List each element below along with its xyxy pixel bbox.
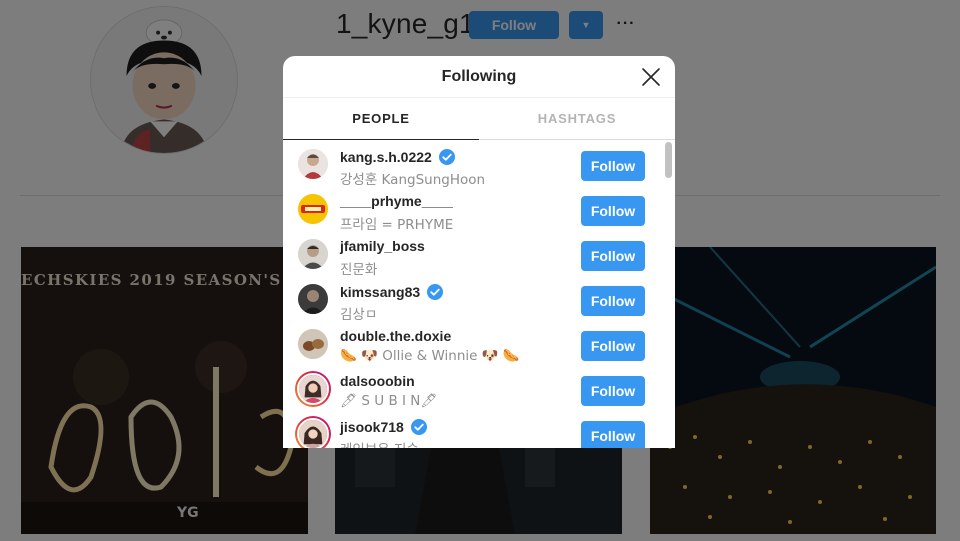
list-item: kang.s.h.0222 강성훈 KangSungHoon Follow	[283, 145, 663, 190]
full-name: 🖊 S U B I N🖊	[340, 393, 438, 409]
story-ring	[297, 373, 329, 405]
avatar[interactable]	[298, 239, 328, 269]
follow-button[interactable]: Follow	[581, 421, 645, 448]
full-name: 김상ㅁ	[340, 307, 378, 323]
username-link[interactable]: jfamily_boss	[340, 238, 425, 254]
following-modal: Following PEOPLE HASHTAGS kang.s.h.0222 …	[283, 56, 675, 448]
follow-button[interactable]: Follow	[581, 286, 645, 316]
story-ring	[297, 418, 329, 448]
active-tab-indicator	[283, 139, 479, 140]
full-name: 진문화	[340, 262, 378, 278]
avatar[interactable]	[298, 194, 328, 224]
tab-people[interactable]: PEOPLE	[283, 98, 479, 139]
verified-badge-icon	[410, 418, 428, 436]
username-link[interactable]: kang.s.h.0222	[340, 148, 456, 166]
follow-button[interactable]: Follow	[581, 241, 645, 271]
avatar[interactable]	[298, 149, 328, 179]
username-link[interactable]: kimssang83	[340, 283, 444, 301]
modal-title: Following	[441, 67, 517, 85]
follow-button[interactable]: Follow	[581, 376, 645, 406]
username-link[interactable]: double.the.doxie	[340, 328, 451, 344]
list-item: jisook718 레인보우 지숙 Follow	[283, 415, 663, 448]
list-item: jfamily_boss 진문화 Follow	[283, 235, 663, 280]
full-name: 프라임 = PRHYME	[340, 217, 454, 233]
username-link[interactable]: ____prhyme____	[340, 193, 453, 209]
full-name: 강성훈 KangSungHoon	[340, 172, 486, 188]
scrollbar-thumb[interactable]	[665, 142, 672, 178]
modal-header: Following	[283, 56, 675, 98]
avatar[interactable]	[298, 329, 328, 359]
verified-badge-icon	[426, 283, 444, 301]
username-text[interactable]: kang.s.h.0222	[340, 149, 432, 165]
full-name: 레인보우 지숙	[340, 438, 419, 448]
username-text[interactable]: jisook718	[340, 419, 404, 435]
follow-button[interactable]: Follow	[581, 151, 645, 181]
close-icon[interactable]	[641, 67, 661, 87]
list-item: dalsooobin 🖊 S U B I N🖊 Follow	[283, 370, 663, 415]
username-text[interactable]: dalsooobin	[340, 373, 415, 389]
avatar[interactable]	[295, 371, 331, 407]
username-text[interactable]: kimssang83	[340, 284, 420, 300]
follow-button[interactable]: Follow	[581, 331, 645, 361]
list-item: double.the.doxie 🌭 🐶 Ollie & Winnie 🐶 🌭 …	[283, 325, 663, 370]
avatar[interactable]	[295, 416, 331, 448]
username-text[interactable]: ____prhyme____	[340, 193, 453, 209]
username-text[interactable]: double.the.doxie	[340, 328, 451, 344]
full-name: 🌭 🐶 Ollie & Winnie 🐶 🌭	[340, 348, 520, 364]
list-item: ____prhyme____ 프라임 = PRHYME Follow	[283, 190, 663, 235]
verified-badge-icon	[438, 148, 456, 166]
tab-hashtags[interactable]: HASHTAGS	[479, 98, 675, 139]
avatar[interactable]	[298, 284, 328, 314]
username-link[interactable]: dalsooobin	[340, 373, 415, 389]
following-list[interactable]: kang.s.h.0222 강성훈 KangSungHoon Follow __…	[283, 141, 675, 448]
username-link[interactable]: jisook718	[340, 418, 428, 436]
list-item: kimssang83 김상ㅁ Follow	[283, 280, 663, 325]
follow-button[interactable]: Follow	[581, 196, 645, 226]
username-text[interactable]: jfamily_boss	[340, 238, 425, 254]
tab-bar: PEOPLE HASHTAGS	[283, 98, 675, 140]
